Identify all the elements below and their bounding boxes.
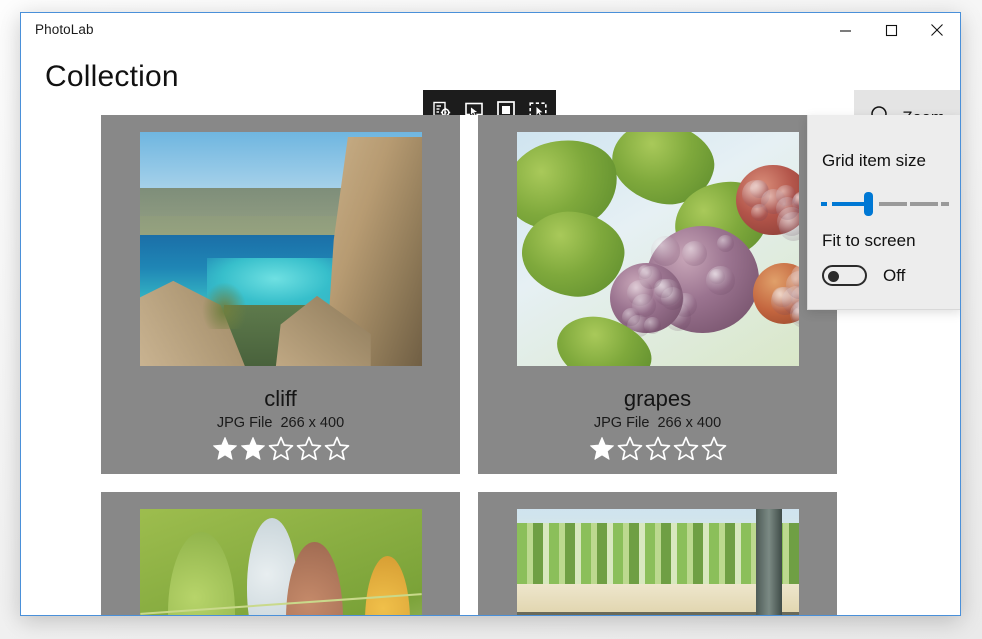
photo-info: JPG File 266 x 400 bbox=[478, 413, 837, 433]
slider-segment bbox=[941, 202, 949, 206]
fit-to-screen-toggle[interactable] bbox=[822, 265, 867, 286]
grid-item-grapes[interactable]: grapes JPG File 266 x 400 bbox=[478, 115, 837, 474]
photo-filetype: JPG File bbox=[217, 415, 273, 431]
zoom-flyout-panel[interactable]: Grid item size Fit to screen Off bbox=[807, 115, 961, 310]
slider-start-tick bbox=[821, 202, 827, 206]
thumbnail-wrap bbox=[101, 115, 460, 383]
grape-berry bbox=[717, 235, 734, 252]
grid-item-cliff[interactable]: cliff JPG File 266 x 400 bbox=[101, 115, 460, 474]
star-empty-icon[interactable] bbox=[616, 435, 644, 462]
grape-berry bbox=[632, 294, 656, 318]
photo-name: cliff bbox=[101, 385, 460, 413]
grid-item-meta: cliff JPG File 266 x 400 bbox=[101, 383, 460, 474]
grape-berry bbox=[751, 204, 768, 221]
toggle-knob bbox=[828, 271, 839, 282]
grid-item-size-label: Grid item size bbox=[822, 151, 926, 171]
slider-thumb[interactable] bbox=[864, 192, 873, 216]
app-window: PhotoLab Collection cliff JPG File 266 x… bbox=[20, 12, 961, 616]
slider-segment bbox=[910, 202, 938, 206]
window-controls bbox=[822, 13, 960, 47]
app-title: PhotoLab bbox=[35, 22, 94, 37]
star-filled-icon[interactable] bbox=[239, 435, 267, 462]
screen: PhotoLab Collection cliff JPG File 266 x… bbox=[0, 0, 982, 639]
maximize-button[interactable] bbox=[868, 13, 914, 47]
header-bar: Collection bbox=[21, 47, 960, 115]
grid-item-partial-autumn[interactable] bbox=[478, 492, 837, 615]
photo-filetype: JPG File bbox=[594, 415, 650, 431]
star-filled-icon[interactable] bbox=[211, 435, 239, 462]
thumbnail-wrap bbox=[101, 492, 460, 615]
fit-to-screen-state: Off bbox=[883, 266, 905, 286]
fit-to-screen-row: Off bbox=[822, 265, 905, 286]
thumbnail-autumn bbox=[517, 509, 799, 615]
close-button[interactable] bbox=[914, 13, 960, 47]
star-empty-icon[interactable] bbox=[644, 435, 672, 462]
grape-berry bbox=[706, 266, 735, 295]
star-empty-icon[interactable] bbox=[323, 435, 351, 462]
grid-item-size-slider[interactable] bbox=[821, 195, 949, 213]
star-empty-icon[interactable] bbox=[267, 435, 295, 462]
photo-name: grapes bbox=[478, 385, 837, 413]
photo-info: JPG File 266 x 400 bbox=[101, 413, 460, 433]
photo-dimensions: 266 x 400 bbox=[280, 415, 344, 431]
star-filled-icon[interactable] bbox=[588, 435, 616, 462]
slider-segment bbox=[879, 202, 907, 206]
grape-berry bbox=[639, 266, 662, 289]
grape-berry bbox=[651, 236, 681, 266]
slider-filled-track bbox=[832, 202, 867, 206]
fit-to-screen-label: Fit to screen bbox=[822, 231, 916, 251]
star-empty-icon[interactable] bbox=[700, 435, 728, 462]
title-bar: PhotoLab bbox=[21, 13, 960, 47]
grid-item-partial-leaf[interactable] bbox=[101, 492, 460, 615]
thumbnail-grapes bbox=[517, 132, 799, 366]
thumbnail-leaf bbox=[140, 509, 422, 615]
thumbnail-cliff bbox=[140, 132, 422, 366]
grid-item-meta: grapes JPG File 266 x 400 bbox=[478, 383, 837, 474]
rating-stars[interactable] bbox=[478, 435, 837, 462]
rating-stars[interactable] bbox=[101, 435, 460, 462]
thumbnail-wrap bbox=[478, 492, 837, 615]
star-empty-icon[interactable] bbox=[672, 435, 700, 462]
minimize-button[interactable] bbox=[822, 13, 868, 47]
photo-grid: cliff JPG File 266 x 400 grapes JPG File… bbox=[101, 115, 857, 615]
page-title: Collection bbox=[45, 60, 179, 94]
photo-dimensions: 266 x 400 bbox=[657, 415, 721, 431]
star-empty-icon[interactable] bbox=[295, 435, 323, 462]
grape-berry bbox=[682, 241, 708, 267]
thumbnail-wrap bbox=[478, 115, 837, 383]
